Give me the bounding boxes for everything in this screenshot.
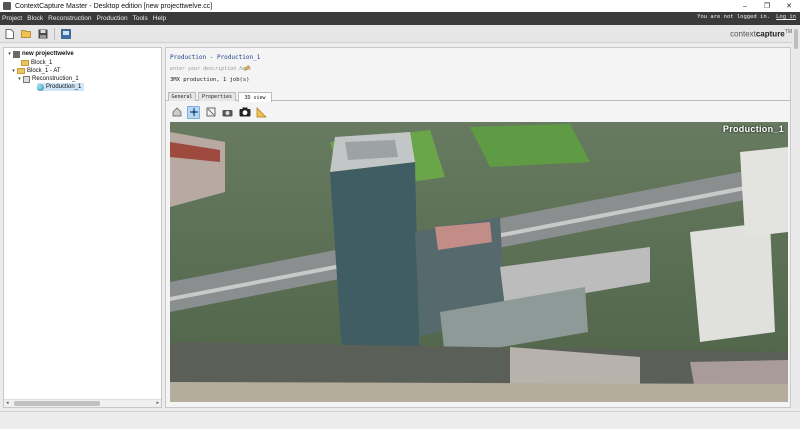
folder-icon xyxy=(17,68,25,74)
tab-properties[interactable]: Properties xyxy=(198,92,236,101)
toolbar-separator xyxy=(54,27,55,40)
project-tree-panel: ▾ new projecttwelve Block_1 ▾ Block_1 - … xyxy=(3,47,162,408)
collapse-icon[interactable]: ▾ xyxy=(6,51,13,57)
pan-icon[interactable] xyxy=(204,106,217,119)
tree-item-project[interactable]: ▾ new projecttwelve xyxy=(6,50,74,58)
snapshot-icon[interactable] xyxy=(221,106,234,119)
menu-production[interactable]: Production xyxy=(97,15,128,22)
new-project-icon[interactable] xyxy=(3,28,15,40)
measure-icon[interactable] xyxy=(255,106,268,119)
login-status: You are not logged in. xyxy=(697,14,770,20)
production-title: Production - Production_1 xyxy=(170,54,261,61)
tab-3d-view[interactable]: 3D view xyxy=(238,92,272,102)
tree-item-block-1-at[interactable]: ▾ Block_1 - AT xyxy=(6,67,61,75)
production-icon xyxy=(37,83,44,91)
menu-tools[interactable]: Tools xyxy=(133,15,148,22)
3d-viewport[interactable]: Production_1 xyxy=(170,122,788,402)
settings-icon[interactable] xyxy=(60,28,72,40)
project-icon xyxy=(13,50,20,58)
app-icon xyxy=(3,2,11,10)
minimize-button[interactable]: – xyxy=(734,0,756,12)
window-controls: – ❐ ✕ xyxy=(734,0,800,12)
reconstruction-icon xyxy=(23,75,30,83)
status-bar xyxy=(0,411,800,429)
login-link[interactable]: Log in xyxy=(776,14,796,20)
folder-icon xyxy=(21,60,29,66)
view-toolbar xyxy=(170,104,790,120)
edit-pencil-icon[interactable] xyxy=(244,65,250,71)
viewport-label: Production_1 xyxy=(722,124,784,134)
menu-reconstruction[interactable]: Reconstruction xyxy=(48,15,91,22)
production-panel: Production - Production_1 enter your des… xyxy=(165,47,791,408)
tree-item-block-1[interactable]: Block_1 xyxy=(14,59,52,67)
maximize-button[interactable]: ❐ xyxy=(756,0,778,12)
tree-item-label: Production_1 xyxy=(46,84,82,90)
camera-icon[interactable] xyxy=(238,106,251,119)
brand-tm: TM xyxy=(784,29,792,35)
brand-logo: contextcaptureTM xyxy=(730,29,792,39)
menu-help[interactable]: Help xyxy=(153,15,166,22)
close-button[interactable]: ✕ xyxy=(778,0,800,12)
open-project-icon[interactable] xyxy=(20,28,32,40)
home-view-icon[interactable] xyxy=(170,106,183,119)
scroll-left-icon[interactable]: ◂ xyxy=(6,400,9,406)
aerial-city-model xyxy=(170,122,788,402)
main-toolbar: contextcaptureTM xyxy=(0,25,800,43)
tree-item-reconstruction-1[interactable]: ▾ Reconstruction_1 xyxy=(16,75,79,83)
menu-project[interactable]: Project xyxy=(2,15,22,22)
tree-item-label: Block_1 xyxy=(31,60,53,66)
tree-item-production-1[interactable]: Production_1 xyxy=(37,83,85,91)
menu-block[interactable]: Block xyxy=(27,15,43,22)
description-field[interactable]: enter your description here xyxy=(170,66,251,72)
tree-item-label: Block_1 - AT xyxy=(27,68,61,74)
window-vertical-scrollbar[interactable] xyxy=(792,25,800,408)
scroll-right-icon[interactable]: ▸ xyxy=(156,400,159,406)
tree-item-label: Reconstruction_1 xyxy=(32,76,79,82)
menu-bar: Project Block Reconstruction Production … xyxy=(0,12,800,25)
tree-item-label: new projecttwelve xyxy=(22,51,74,57)
tab-bar: General Properties 3D view xyxy=(166,91,790,102)
collapse-icon[interactable]: ▾ xyxy=(10,68,17,74)
production-summary: 3MX production, 1 job(s) xyxy=(170,77,250,83)
brand-prefix: context xyxy=(730,29,756,39)
collapse-icon[interactable]: ▾ xyxy=(16,76,23,82)
title-bar: ContextCapture Master - Desktop edition … xyxy=(0,0,800,12)
tab-general[interactable]: General xyxy=(168,92,196,101)
scrollbar-thumb[interactable] xyxy=(794,29,798,49)
orbit-icon[interactable] xyxy=(187,105,200,119)
brand-suffix: capture xyxy=(755,29,785,39)
window-title: ContextCapture Master - Desktop edition … xyxy=(15,2,213,10)
save-project-icon[interactable] xyxy=(37,28,49,40)
tree-horizontal-scrollbar[interactable]: ◂ ▸ xyxy=(4,399,161,407)
scrollbar-thumb[interactable] xyxy=(14,401,100,406)
